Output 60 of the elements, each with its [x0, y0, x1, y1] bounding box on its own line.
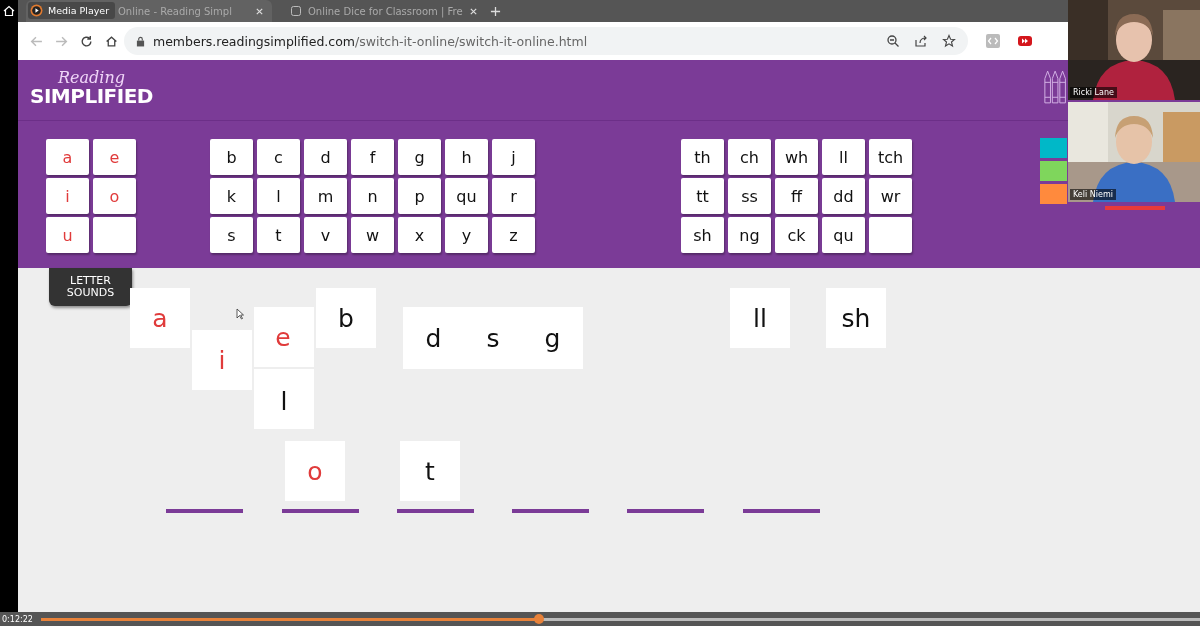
- letter-tile[interactable]: s: [210, 217, 253, 253]
- letter-tile[interactable]: dd: [822, 178, 865, 214]
- tile-letter: d: [425, 323, 442, 353]
- media-player-label: Media Player: [28, 2, 116, 19]
- letter-tile[interactable]: g: [398, 139, 441, 175]
- letter-tile[interactable]: c: [257, 139, 300, 175]
- letter-tile[interactable]: ll: [730, 288, 790, 348]
- letter-tile[interactable]: o: [93, 178, 136, 214]
- letter-tile[interactable]: f: [351, 139, 394, 175]
- letter-tile[interactable]: ss: [728, 178, 771, 214]
- tile-letter: s: [486, 323, 500, 353]
- letter-tile[interactable]: b: [316, 288, 376, 348]
- address-bar[interactable]: members.readingsimplified.com/switch-it-online/switch-it-online.html: [124, 27, 968, 55]
- letter-tile[interactable]: t: [257, 217, 300, 253]
- letter-tile[interactable]: j: [492, 139, 535, 175]
- letter-tile[interactable]: wr: [869, 178, 912, 214]
- letter-tile[interactable]: p: [398, 178, 441, 214]
- letter-tile[interactable]: b: [210, 139, 253, 175]
- letter-tile[interactable]: ng: [728, 217, 771, 253]
- letter-tile[interactable]: tt: [681, 178, 724, 214]
- letter-tile[interactable]: v: [304, 217, 347, 253]
- letter-tile[interactable]: tch: [869, 139, 912, 175]
- letter-tile[interactable]: ck: [775, 217, 818, 253]
- letter-tile[interactable]: wh: [775, 139, 818, 175]
- letter-tile[interactable]: sh: [681, 217, 724, 253]
- letter-tile[interactable]: m: [304, 178, 347, 214]
- letter-tile[interactable]: w: [351, 217, 394, 253]
- letter-tile[interactable]: r: [492, 178, 535, 214]
- letter-tile[interactable]: d: [304, 139, 347, 175]
- letter-tile[interactable]: t: [400, 441, 460, 501]
- letter-tile-group[interactable]: d s g: [403, 307, 583, 369]
- letter-tile[interactable]: ff: [775, 178, 818, 214]
- letter-tile[interactable]: i: [192, 330, 252, 390]
- letter-tile[interactable]: o: [285, 441, 345, 501]
- letter-tile[interactable]: qu: [822, 217, 865, 253]
- participant-name: Keli Niemi: [1070, 189, 1116, 200]
- letter-tile[interactable]: ch: [728, 139, 771, 175]
- letter-tile[interactable]: y: [445, 217, 488, 253]
- letter-tile[interactable]: th: [681, 139, 724, 175]
- letter-tile[interactable]: z: [492, 217, 535, 253]
- letter-tile[interactable]: a: [46, 139, 89, 175]
- letter-tile[interactable]: e: [254, 307, 314, 367]
- letter-tile[interactable]: l: [257, 178, 300, 214]
- letter-tile[interactable]: a: [130, 288, 190, 348]
- letter-tile[interactable]: qu: [445, 178, 488, 214]
- participant-name: Ricki Lane: [1070, 87, 1117, 98]
- letter-tile[interactable]: h: [445, 139, 488, 175]
- logo: Reading SIMPLIFIED: [30, 70, 153, 106]
- letter-tile[interactable]: sh: [826, 288, 886, 348]
- letter-tile[interactable]: e: [93, 139, 136, 175]
- letter-tile[interactable]: n: [351, 178, 394, 214]
- letter-tile[interactable]: ll: [822, 139, 865, 175]
- letter-tile[interactable]: u: [46, 217, 89, 253]
- tile-letter: g: [544, 323, 561, 353]
- playback-time: 0:12:22: [2, 614, 33, 624]
- letter-tile[interactable]: l: [254, 369, 314, 429]
- letter-tile[interactable]: k: [210, 178, 253, 214]
- letter-tile[interactable]: x: [398, 217, 441, 253]
- letter-tile[interactable]: i: [46, 178, 89, 214]
- letter-sounds-button[interactable]: LETTER SOUNDS: [49, 268, 132, 306]
